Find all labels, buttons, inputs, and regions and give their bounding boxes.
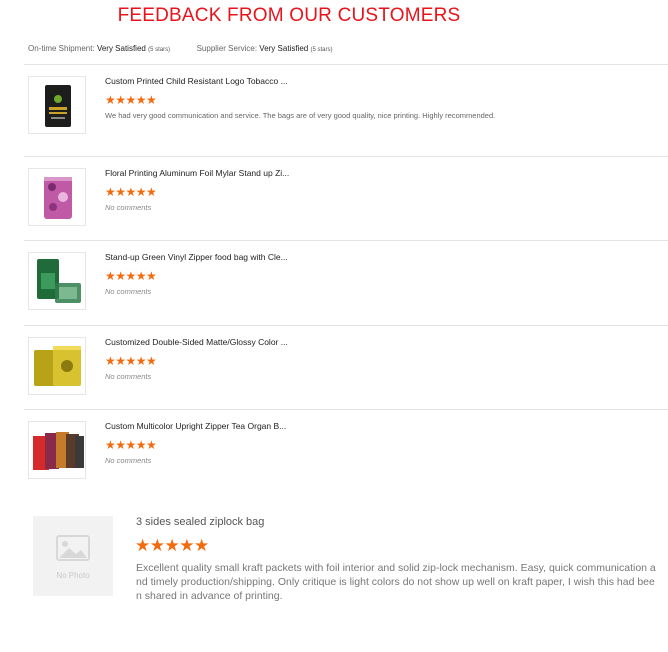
featured-star-rating: ★★★★★ xyxy=(135,536,209,555)
review-item: Customized Double-Sided Matte/Glossy Col… xyxy=(24,325,668,410)
service-label: Supplier Service: xyxy=(196,44,258,53)
featured-review-comment: Excellent quality small kraft packets wi… xyxy=(136,562,656,602)
product-name[interactable]: Floral Printing Aluminum Foil Mylar Stan… xyxy=(105,168,289,178)
product-name[interactable]: Custom Multicolor Upright Zipper Tea Org… xyxy=(105,421,286,431)
product-name[interactable]: Customized Double-Sided Matte/Glossy Col… xyxy=(105,337,288,347)
star-rating: ★★★★★ xyxy=(105,269,157,283)
product-name[interactable]: Stand-up Green Vinyl Zipper food bag wit… xyxy=(105,252,288,262)
star-rating: ★★★★★ xyxy=(105,438,157,452)
page-title: FEEDBACK FROM OUR CUSTOMERS xyxy=(117,5,461,26)
review-comment: We had very good communication and servi… xyxy=(105,111,496,120)
review-item: Floral Printing Aluminum Foil Mylar Stan… xyxy=(24,156,668,241)
review-item: Custom Printed Child Resistant Logo Toba… xyxy=(24,64,668,157)
shipment-label: On-time Shipment: xyxy=(28,44,95,53)
no-comments-text: No comments xyxy=(105,287,152,296)
product-thumbnail[interactable] xyxy=(28,76,86,134)
star-rating: ★★★★★ xyxy=(105,93,157,107)
service-stars: (5 stars) xyxy=(310,47,333,53)
no-comments-text: No comments xyxy=(105,203,152,212)
review-item: Custom Multicolor Upright Zipper Tea Org… xyxy=(24,409,668,494)
no-photo-placeholder: No Photo xyxy=(33,516,113,596)
product-thumbnail[interactable] xyxy=(28,337,86,395)
service-value: Very Satisfied xyxy=(259,44,309,53)
shipment-value: Very Satisfied xyxy=(96,44,146,53)
featured-product-name[interactable]: 3 sides sealed ziplock bag xyxy=(136,516,264,528)
no-photo-label: No Photo xyxy=(56,571,90,580)
shipment-stars: (5 stars) xyxy=(148,47,171,53)
review-item: Stand-up Green Vinyl Zipper food bag wit… xyxy=(24,240,668,326)
product-thumbnail[interactable] xyxy=(28,252,86,310)
supplier-ratings: On-time Shipment: Very Satisfied (5 star… xyxy=(28,44,332,53)
image-placeholder-icon: No Photo xyxy=(56,535,90,580)
product-thumbnail[interactable] xyxy=(28,168,86,226)
no-comments-text: No comments xyxy=(105,372,152,381)
star-rating: ★★★★★ xyxy=(105,354,157,368)
star-rating: ★★★★★ xyxy=(105,185,157,199)
product-name[interactable]: Custom Printed Child Resistant Logo Toba… xyxy=(105,76,288,86)
product-thumbnail[interactable] xyxy=(28,421,86,479)
no-comments-text: No comments xyxy=(105,456,152,465)
